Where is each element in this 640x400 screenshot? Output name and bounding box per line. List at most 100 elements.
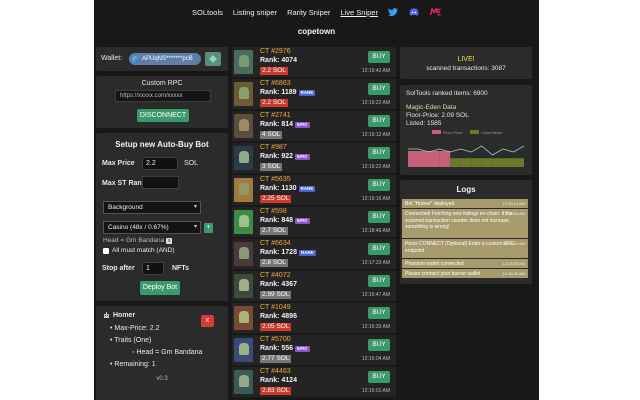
- chevron-down-icon: ▾: [193, 204, 197, 210]
- disconnect-button[interactable]: DISCONNECT: [137, 109, 189, 122]
- chevron-down-icon: ▾: [193, 224, 197, 230]
- nft-thumbnail[interactable]: [234, 50, 253, 74]
- bot-max-price: Max-Price: 2.2: [110, 323, 202, 335]
- listing-price: 2.25 SOL: [260, 195, 292, 203]
- live-status-panel: LIVE! scanned transactions: 3087: [400, 47, 532, 79]
- listing-id[interactable]: CT #598: [260, 208, 287, 215]
- checkbox-box[interactable]: [103, 247, 109, 254]
- listing-id[interactable]: CT #6863: [260, 80, 291, 87]
- listing-rank: Rank: 556: [260, 345, 294, 352]
- delete-bot-button[interactable]: x: [201, 315, 214, 327]
- listing-rank-row: Rank: 1728 RARE: [260, 249, 316, 256]
- listing-rank-row: Rank: 848 EPIC: [260, 217, 310, 224]
- nft-thumbnail[interactable]: [234, 210, 253, 234]
- listing-id[interactable]: CT #2976: [260, 48, 291, 55]
- listing-rank-row: Rank: 814 EPIC: [260, 121, 310, 128]
- nft-thumbnail[interactable]: [234, 82, 253, 106]
- wallet-address: APUqNS*******pcB: [142, 56, 193, 62]
- buy-button[interactable]: BUY: [368, 275, 390, 287]
- listing-rank: Rank: 1728: [260, 249, 297, 256]
- log-entry: Connected! Fetching new listings en-chai…: [402, 209, 528, 238]
- log-time: 12:18:52 AM: [502, 241, 525, 246]
- buy-button[interactable]: BUY: [368, 51, 390, 63]
- bot-traits: Traits (One): [110, 335, 202, 347]
- buy-button[interactable]: BUY: [368, 339, 390, 351]
- buy-button[interactable]: BUY: [368, 179, 390, 191]
- buy-button[interactable]: BUY: [368, 147, 390, 159]
- listing-price: 2.83 SOL: [260, 387, 292, 395]
- listing-rank-row: Rank: 1189 RARE: [260, 89, 316, 96]
- max-rank-input[interactable]: [142, 176, 179, 189]
- nft-thumbnail[interactable]: [234, 146, 253, 170]
- deploy-bot-button[interactable]: Deploy Bot: [140, 281, 180, 295]
- buy-button[interactable]: BUY: [368, 243, 390, 255]
- listing-row: CT #987 Rank: 922 EPIC 3 SOL BUY 12:19:22 AM: [232, 143, 396, 174]
- scanned-transactions: scanned transactions: 3087: [426, 65, 506, 72]
- listed-bar: [502, 158, 514, 167]
- listing-rank-row: Rank: 4367: [260, 281, 297, 288]
- nft-thumbnail[interactable]: [234, 274, 253, 298]
- nft-thumbnail[interactable]: [234, 242, 253, 266]
- discord-icon[interactable]: [409, 8, 420, 17]
- wallet-menu-button[interactable]: [205, 52, 221, 66]
- remove-trait-button[interactable]: x: [166, 237, 173, 244]
- version-label: v0.3: [156, 376, 168, 382]
- nav-listing-sniper[interactable]: Listing sniper: [233, 8, 277, 17]
- trait-type-select[interactable]: Background ▾: [103, 201, 201, 214]
- listed-bar: [429, 151, 440, 167]
- add-trait-button[interactable]: +: [204, 223, 213, 233]
- listing-time: 12:19:42 AM: [361, 68, 390, 74]
- buy-button[interactable]: BUY: [368, 371, 390, 383]
- buy-button[interactable]: BUY: [368, 115, 390, 127]
- listing-rank: Rank: 4124: [260, 377, 297, 384]
- log-time: 12:19:14 AM: [502, 201, 525, 206]
- robot-icon: [104, 312, 109, 318]
- listing-id[interactable]: CT #1049: [260, 304, 291, 311]
- max-price-input[interactable]: 2.2: [142, 157, 178, 170]
- magic-eden-icon[interactable]: [429, 8, 441, 17]
- twitter-icon[interactable]: [388, 8, 399, 17]
- rpc-panel: Custom RPC https://xxxxx.com/xxxxx DISCO…: [96, 76, 228, 128]
- buy-button[interactable]: BUY: [368, 83, 390, 95]
- log-time: 12:18:52 AM: [502, 261, 525, 266]
- nft-thumbnail[interactable]: [234, 114, 253, 138]
- nft-thumbnail[interactable]: [234, 178, 253, 202]
- listing-rank: Rank: 814: [260, 121, 294, 128]
- log-entry: Phantom wallet connected 12:18:52 AM: [402, 259, 528, 268]
- rpc-input[interactable]: https://xxxxx.com/xxxxx: [115, 90, 211, 102]
- nft-thumbnail[interactable]: [234, 370, 253, 394]
- buy-button[interactable]: BUY: [368, 307, 390, 319]
- nft-face: [239, 151, 249, 163]
- listed-bar: [492, 158, 503, 167]
- wallet-address-button[interactable]: APUqNS*******pcB: [129, 53, 201, 65]
- all-must-match-checkbox[interactable]: All must match (AND): [103, 247, 174, 254]
- listing-id[interactable]: CT #987: [260, 144, 287, 151]
- listing-price: 2.99 SOL: [260, 291, 292, 299]
- nav-rarity-sniper[interactable]: Rarity Sniper: [287, 8, 330, 17]
- nft-thumbnail[interactable]: [234, 338, 253, 362]
- nft-face: [239, 215, 249, 227]
- live-status: LIVE!: [457, 56, 475, 63]
- log-time: 12:18:36 AM: [502, 271, 525, 276]
- nav-soltools[interactable]: SOLtools: [192, 8, 223, 17]
- listing-id[interactable]: CT #5700: [260, 336, 291, 343]
- listing-id[interactable]: CT #5635: [260, 176, 291, 183]
- floor-price: Floor-Price: 2.09 SOL: [406, 112, 469, 119]
- listing-rank-row: Rank: 922 EPIC: [260, 153, 310, 160]
- listing-id[interactable]: CT #2741: [260, 112, 291, 119]
- listing-row: CT #598 Rank: 848 EPIC 2.7 SOL BUY 12:18:46 A…: [232, 207, 396, 238]
- listing-time: 12:16:01 AM: [361, 388, 390, 394]
- listing-id[interactable]: CT #4072: [260, 272, 291, 279]
- listed-bar: [408, 151, 419, 167]
- listing-id[interactable]: CT #6634: [260, 240, 291, 247]
- listed-bar: [418, 151, 430, 167]
- diamond-icon: [209, 55, 217, 63]
- nft-thumbnail[interactable]: [234, 306, 253, 330]
- buy-button[interactable]: BUY: [368, 211, 390, 223]
- rarity-badge: EPIC: [295, 121, 310, 128]
- stop-after-input[interactable]: 1: [142, 262, 164, 275]
- nav-live-sniper[interactable]: Live Sniper: [340, 8, 378, 17]
- log-entry: Please connect your burner wallet 12:18:3…: [402, 269, 528, 278]
- trait-value-select[interactable]: Casino (48x / 0.67%) ▾: [103, 221, 201, 234]
- listing-id[interactable]: CT #4463: [260, 368, 291, 375]
